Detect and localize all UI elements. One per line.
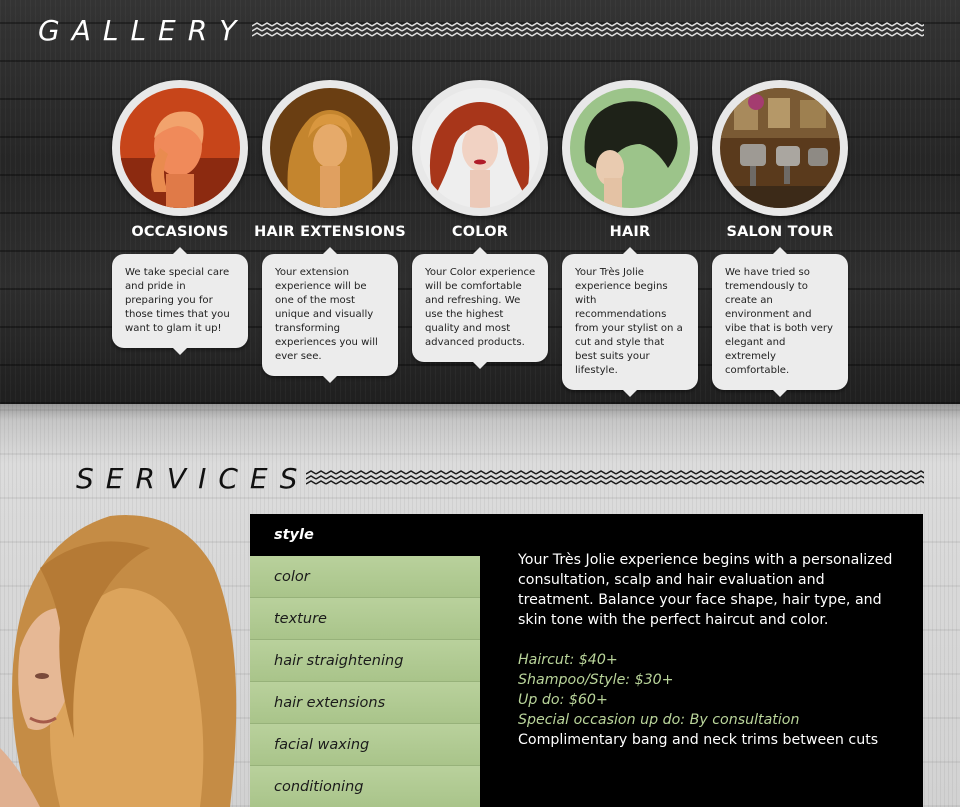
service-detail: Your Très Jolie experience begins with a… <box>518 550 898 750</box>
gallery-thumbnail[interactable] <box>112 80 248 216</box>
gallery-title: GALLERY <box>38 14 249 47</box>
zigzag-divider <box>306 470 924 488</box>
services-panel: style color texture hair straightening h… <box>250 514 923 807</box>
service-description: Your Très Jolie experience begins with a… <box>518 552 893 628</box>
gallery-description: We take special care and pride in prepar… <box>112 247 248 355</box>
price-item: Up do: $60+ <box>518 692 608 708</box>
menu-item-hair-extensions[interactable]: hair extensions <box>250 682 480 724</box>
gallery-description: Your Color experience will be comfortabl… <box>412 247 548 369</box>
gallery-thumbnail[interactable] <box>562 80 698 216</box>
menu-item-style[interactable]: style <box>250 514 480 556</box>
gallery-description: Your Très Jolie experience begins with r… <box>562 247 698 397</box>
price-item: Haircut: $40+ <box>518 652 618 668</box>
gallery-thumbnail[interactable] <box>712 80 848 216</box>
menu-item-hair-straightening[interactable]: hair straightening <box>250 640 480 682</box>
price-item: Shampoo/Style: $30+ <box>518 672 674 688</box>
price-item: Special occasion up do: By consultation <box>518 712 800 728</box>
color-photo <box>420 88 540 208</box>
gallery-description: We have tried so tremendously to create … <box>712 247 848 397</box>
gallery-thumbnail[interactable] <box>412 80 548 216</box>
services-menu: style color texture hair straightening h… <box>250 514 480 807</box>
menu-item-color[interactable]: color <box>250 556 480 598</box>
model-photo <box>0 508 250 807</box>
services-section: SERVICES style color texture hair straig… <box>0 404 960 807</box>
menu-item-conditioning[interactable]: conditioning <box>250 766 480 807</box>
gallery-section: GALLERY OCCASIONS We take special care a… <box>0 0 960 404</box>
menu-item-texture[interactable]: texture <box>250 598 480 640</box>
occasions-photo <box>120 88 240 208</box>
menu-item-facial-waxing[interactable]: facial waxing <box>250 724 480 766</box>
service-note: Complimentary bang and neck trims betwee… <box>518 732 879 748</box>
zigzag-divider <box>252 22 924 40</box>
price-list: Haircut: $40+ Shampoo/Style: $30+ Up do:… <box>518 650 898 730</box>
hair-photo <box>570 88 690 208</box>
services-title: SERVICES <box>76 462 310 495</box>
gallery-description: Your extension experience will be one of… <box>262 247 398 383</box>
gallery-label[interactable]: SALON TOUR <box>682 224 878 240</box>
salon-tour-photo <box>720 88 840 208</box>
gallery-thumbnail[interactable] <box>262 80 398 216</box>
hair-extensions-photo <box>270 88 390 208</box>
